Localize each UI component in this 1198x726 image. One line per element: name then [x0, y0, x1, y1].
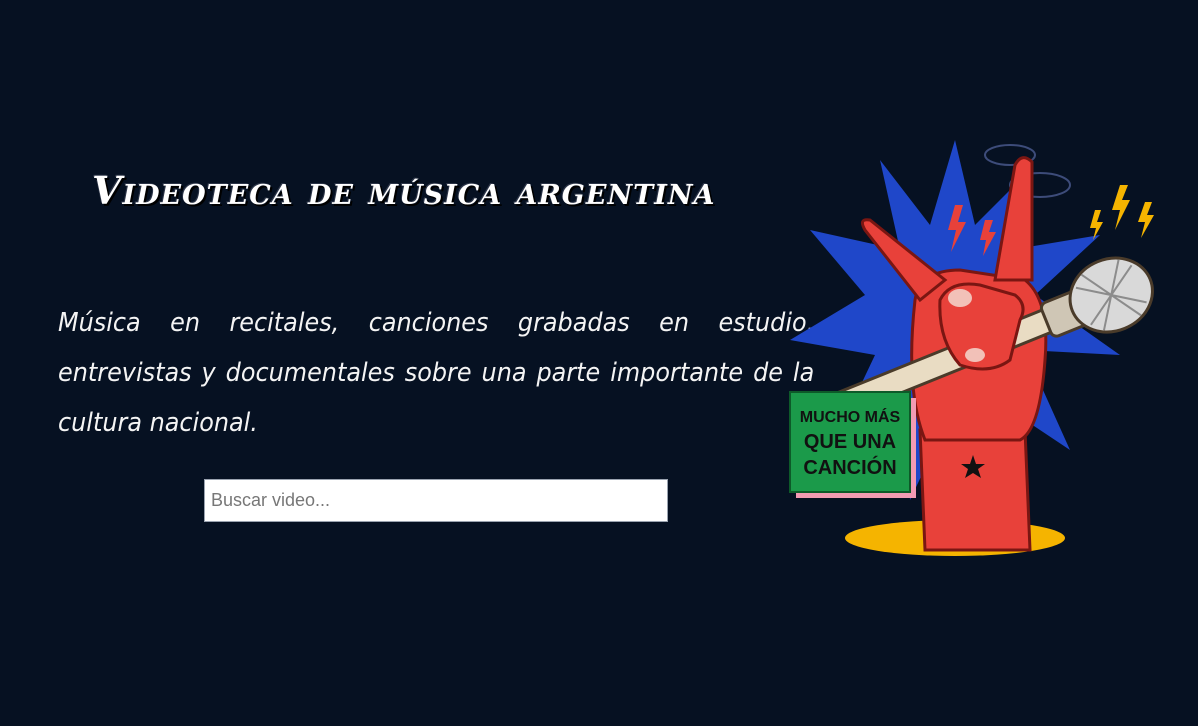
- lightning-icon: [1090, 210, 1103, 240]
- fingernail-shape: [948, 289, 972, 307]
- lightning-icon: [1112, 185, 1130, 230]
- slogan-badge: MUCHO MÁS QUE UNA CANCIÓN: [789, 391, 916, 498]
- badge-line-2: QUE UNA: [804, 431, 896, 453]
- intro-text: Música en recitales, canciones grabadas …: [58, 308, 815, 438]
- page-title: Videoteca de música argentina: [92, 168, 716, 213]
- rock-music-illustration: MUCHO MÁS QUE UNA CANCIÓN: [789, 140, 1154, 556]
- search-input[interactable]: [204, 479, 668, 522]
- badge-line-1: MUCHO MÁS: [800, 407, 901, 426]
- rock-hand-icon: [918, 428, 1032, 552]
- lightning-icon: [1138, 202, 1154, 238]
- badge-line-3: CANCIÓN: [803, 455, 896, 479]
- page: Videoteca de música argentina Música en …: [0, 0, 1198, 726]
- fingernail-shape: [965, 348, 985, 362]
